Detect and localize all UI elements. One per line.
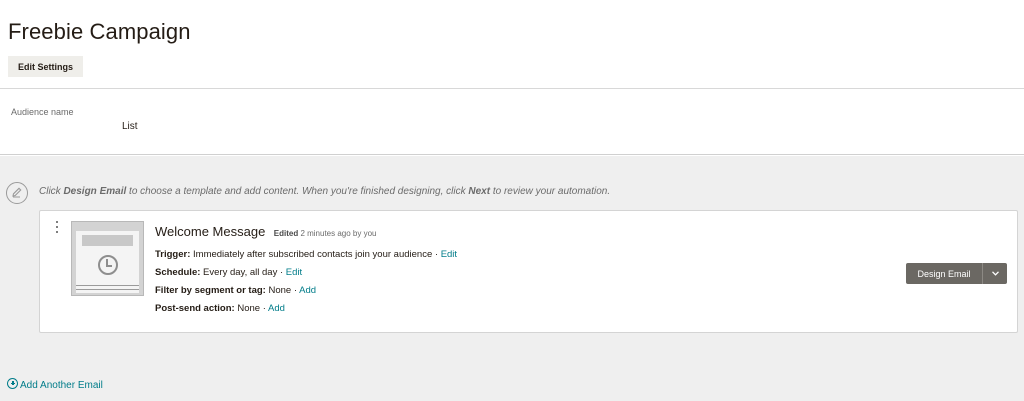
separator: · (432, 249, 441, 260)
post-send-add-link[interactable]: Add (268, 303, 285, 314)
post-send-value: None (234, 303, 261, 314)
post-send-label: Post-send action: (155, 303, 235, 314)
schedule-value: Every day, all day (200, 267, 278, 278)
separator: · (260, 303, 268, 314)
audience-section: Audience name List (0, 90, 1024, 155)
filter-label: Filter by segment or tag: (155, 285, 266, 296)
trigger-label: Trigger: (155, 249, 191, 260)
email-title-row: Welcome Message Edited 2 minutes ago by … (155, 223, 377, 241)
hint-next: Next (468, 186, 491, 197)
hint-design-email: Design Email (63, 186, 127, 197)
email-thumbnail (71, 221, 144, 296)
schedule-edit-link[interactable]: Edit (286, 267, 302, 278)
trigger-edit-link[interactable]: Edit (441, 249, 457, 260)
hint-text-mid: to choose a template and add content. Wh… (126, 186, 469, 197)
edited-label: Edited (273, 229, 299, 238)
design-email-dropdown-button[interactable] (982, 263, 1007, 284)
pencil-icon (6, 182, 28, 204)
automation-workspace: Click Design Email to choose a template … (0, 156, 1024, 401)
audience-value: List (122, 121, 138, 132)
edited-status: Edited 2 minutes ago by you (274, 229, 377, 238)
chevron-down-icon (992, 271, 999, 276)
separator: · (291, 285, 300, 296)
trigger-value: Immediately after subscribed contacts jo… (190, 249, 433, 260)
filter-value: None (265, 285, 292, 296)
audience-label: Audience name (11, 107, 74, 117)
page-title: Freebie Campaign (8, 19, 191, 44)
filter-row: Filter by segment or tag: None · Add (155, 285, 316, 296)
separator: · (277, 267, 286, 278)
email-card: Welcome Message Edited 2 minutes ago by … (39, 210, 1018, 333)
filter-add-link[interactable]: Add (299, 285, 316, 296)
clock-icon (98, 255, 118, 275)
edit-settings-button[interactable]: Edit Settings (8, 56, 83, 77)
more-options-icon[interactable] (54, 221, 60, 235)
add-another-email-link[interactable]: Add Another Email (7, 375, 103, 393)
post-send-row: Post-send action: None · Add (155, 303, 285, 314)
schedule-label: Schedule: (155, 267, 201, 278)
add-circle-icon (7, 378, 18, 389)
design-email-button[interactable]: Design Email (906, 263, 982, 284)
email-name: Welcome Message (155, 224, 266, 239)
edited-time: 2 minutes ago by you (298, 229, 377, 238)
hint-text-post: to review your automation. (490, 186, 611, 197)
hint-text-pre: Click (39, 186, 64, 197)
schedule-row: Schedule: Every day, all day · Edit (155, 267, 302, 278)
page-header: Freebie Campaign Edit Settings (0, 0, 1024, 89)
trigger-row: Trigger: Immediately after subscribed co… (155, 249, 457, 260)
add-another-email-label: Add Another Email (20, 380, 103, 391)
design-hint: Click Design Email to choose a template … (39, 186, 610, 197)
